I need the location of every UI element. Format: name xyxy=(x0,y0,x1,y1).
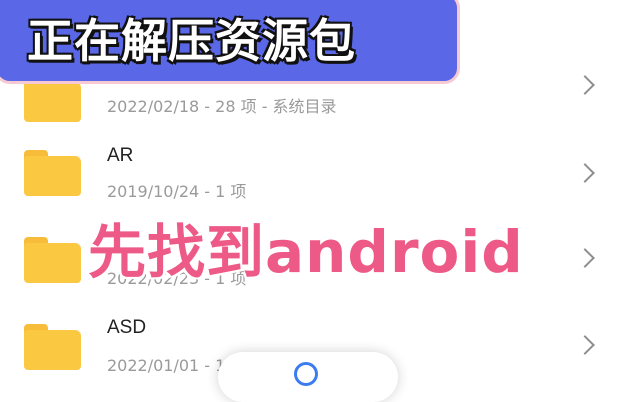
search-icon xyxy=(294,362,318,386)
folder-icon xyxy=(24,237,81,283)
chevron-right-icon xyxy=(575,163,595,183)
search-button[interactable] xyxy=(218,352,398,402)
banner-title: 正在解压资源包 xyxy=(27,14,356,68)
overlay-caption: 先找到android xyxy=(88,218,524,286)
chevron-right-icon xyxy=(575,248,595,268)
file-name: AR xyxy=(107,145,134,166)
title-banner: 正在解压资源包 xyxy=(0,0,460,84)
chevron-right-icon xyxy=(575,335,595,355)
file-name: ASD xyxy=(107,317,147,338)
file-row[interactable]: AR 2019/10/24 - 1 项 xyxy=(0,130,619,215)
file-meta: 2019/10/24 - 1 项 xyxy=(107,182,247,201)
folder-icon xyxy=(24,324,81,370)
folder-icon xyxy=(24,150,81,196)
chevron-right-icon xyxy=(575,75,595,95)
file-meta: 2022/02/18 - 28 项 - 系统目录 xyxy=(107,97,337,116)
